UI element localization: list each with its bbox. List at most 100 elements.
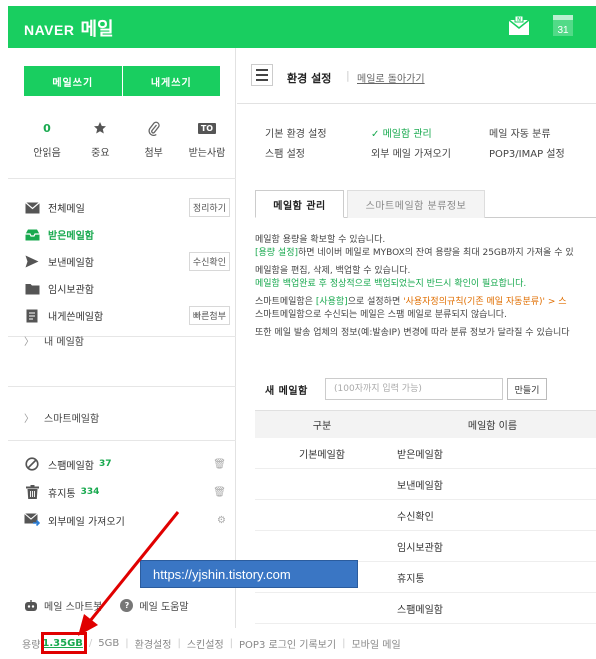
usage-total: 5GB bbox=[98, 637, 120, 649]
star-icon bbox=[94, 122, 107, 134]
folder-label: 임시보관함 bbox=[48, 285, 94, 296]
brand-mail: 메일 bbox=[80, 19, 114, 40]
quick-filters: 0 안읽음 중요 첨부 TO 받는사람 bbox=[24, 120, 230, 159]
paperclip-icon bbox=[148, 121, 160, 136]
folder-name-cell: 휴지통 bbox=[397, 573, 425, 585]
folder-name-cell: 보낸메일함 bbox=[397, 480, 443, 492]
my-folders-toggle[interactable]: 〉 내 메일함 bbox=[24, 333, 84, 348]
my-folders-label: 내 메일함 bbox=[44, 337, 84, 348]
nav-external-mail[interactable]: 외부 메일 가져오기 bbox=[371, 145, 489, 160]
nav-pop3-imap[interactable]: POP3/IMAP 설정 bbox=[489, 145, 565, 160]
sidebar-divider bbox=[8, 386, 236, 387]
desc-line: 스마트메일함으로 수신되는 메일은 스팸 메일로 분류되지 않습니다. bbox=[255, 309, 507, 320]
back-to-mail-link[interactable]: 메일로 돌아가기 bbox=[357, 70, 425, 85]
unread-count: 0 bbox=[43, 121, 51, 135]
description-block: 메일함 용량을 확보할 수 있습니다. [용량 설정]하면 네이버 메일로 MY… bbox=[255, 234, 596, 346]
settings-header: 환경 설정 | 메일로 돌아가기 bbox=[237, 48, 596, 104]
organize-button[interactable]: 정리하기 bbox=[188, 198, 230, 217]
system-folders: 스팸메일함 37 🗑 휴지통 334 🗑 외부메일 가져오기 ⚙ bbox=[24, 450, 230, 534]
footer-link-mobile[interactable]: 모바일 메일 bbox=[351, 636, 400, 651]
quick-attach[interactable]: 첨부 bbox=[131, 120, 177, 159]
sidebar-bottom-tools: 메일 스마트봇 ? 메일 도움말 bbox=[24, 598, 230, 613]
mail-help-label: 메일 도움말 bbox=[139, 602, 189, 613]
footer-link-settings[interactable]: 환경설정 bbox=[135, 636, 172, 651]
gear-icon[interactable]: ⚙ bbox=[217, 515, 226, 526]
svg-text:N: N bbox=[517, 17, 521, 23]
external-mail-icon bbox=[24, 513, 40, 527]
mail-help-button[interactable]: ? 메일 도움말 bbox=[120, 598, 189, 613]
column-header: 메일함 이름 bbox=[467, 421, 518, 432]
all-mail-icon bbox=[24, 201, 40, 215]
tab-smart-folder-info[interactable]: 스마트메일함 분류정보 bbox=[347, 190, 485, 218]
empty-spam-icon[interactable]: 🗑 bbox=[213, 459, 226, 470]
quick-attach-button[interactable]: 빠른첨부 bbox=[188, 306, 230, 325]
folder-self[interactable]: 내게쓴메일함 빠른첨부 bbox=[24, 302, 230, 329]
group-cell: 기본메일함 bbox=[299, 449, 345, 461]
top-header: NAVER 메일 N 31 bbox=[8, 6, 596, 48]
trash-count: 334 bbox=[80, 487, 100, 497]
quick-unread-label: 안읽음 bbox=[33, 148, 61, 159]
self-compose-button[interactable]: 내게쓰기 bbox=[121, 66, 220, 96]
use-smart-link[interactable]: [사용함] bbox=[316, 297, 348, 307]
smart-bot-button[interactable]: 메일 스마트봇 bbox=[24, 598, 102, 613]
quick-recipient[interactable]: TO 받는사람 bbox=[184, 120, 230, 159]
chevron-right-icon: 〉 bbox=[24, 414, 34, 425]
folder-name-cell: 수신확인 bbox=[397, 511, 434, 523]
desc-line: 또한 메일 발송 업체의 정보(예:발송IP) 변경에 따라 분류 정보가 달라… bbox=[255, 328, 570, 338]
mail-app-icon[interactable]: N bbox=[507, 14, 531, 38]
usage-label: 용량 bbox=[22, 639, 41, 651]
storage-setting-link[interactable]: [용량 설정] bbox=[255, 248, 298, 258]
folder-all-mail[interactable]: 전체메일 정리하기 bbox=[24, 194, 230, 221]
menu-icon[interactable] bbox=[251, 64, 273, 86]
table-row: 보낸메일함 bbox=[255, 469, 596, 500]
smart-folders-label: 스마트메일함 bbox=[44, 414, 100, 425]
empty-trash-icon[interactable]: 🗑 bbox=[213, 487, 226, 498]
folder-table: 구분 메일함 이름 기본메일함 받은메일함 보낸메일함 수신확인 임시보관함 휴… bbox=[255, 410, 596, 624]
check-icon: ✓ bbox=[371, 128, 380, 140]
page-title: 환경 설정 bbox=[287, 72, 332, 85]
folder-label: 전체메일 bbox=[48, 204, 85, 215]
nav-spam-settings[interactable]: 스팸 설정 bbox=[265, 145, 371, 160]
folder-inbox[interactable]: 받은메일함 bbox=[24, 221, 230, 248]
quick-important[interactable]: 중요 bbox=[77, 120, 123, 159]
folder-trash[interactable]: 휴지통 334 🗑 bbox=[24, 478, 230, 506]
folder-external[interactable]: 외부메일 가져오기 ⚙ bbox=[24, 506, 230, 534]
folder-name-cell: 스팸메일함 bbox=[397, 604, 443, 616]
folder-drafts[interactable]: 임시보관함 bbox=[24, 275, 230, 302]
folder-sent[interactable]: 보낸메일함 수신확인 bbox=[24, 248, 230, 275]
custom-rule-link[interactable]: '사용자정의규칙(기존 메일 자동분류)' bbox=[403, 297, 545, 307]
folder-label: 외부메일 가져오기 bbox=[48, 516, 125, 528]
nav-auto-classify[interactable]: 메일 자동 분류 bbox=[489, 125, 551, 140]
footer-link-skin[interactable]: 스킨설정 bbox=[187, 636, 224, 651]
trash-icon bbox=[24, 485, 40, 499]
naver-mail-logo[interactable]: NAVER 메일 bbox=[24, 15, 114, 41]
quick-unread[interactable]: 0 안읽음 bbox=[24, 120, 70, 160]
nav-label: 메일함 관리 bbox=[382, 128, 432, 140]
read-receipt-button[interactable]: 수신확인 bbox=[188, 252, 230, 271]
settings-tabs: 메일함 관리 스마트메일함 분류정보 bbox=[255, 190, 596, 218]
nav-basic-settings[interactable]: 기본 환경 설정 bbox=[265, 125, 371, 140]
usage-highlight-box bbox=[41, 632, 87, 654]
chevron-right-icon: 〉 bbox=[24, 337, 34, 348]
quick-attach-label: 첨부 bbox=[144, 148, 163, 159]
new-folder-input[interactable] bbox=[325, 378, 503, 400]
quick-important-label: 중요 bbox=[91, 148, 110, 159]
table-row: 스팸메일함 bbox=[255, 593, 596, 624]
smart-folders-toggle[interactable]: 〉 스마트메일함 bbox=[24, 410, 99, 425]
help-icon: ? bbox=[120, 599, 134, 612]
calendar-day: 31 bbox=[557, 25, 569, 36]
compose-button[interactable]: 메일쓰기 bbox=[24, 66, 122, 96]
calendar-icon[interactable]: 31 bbox=[552, 12, 574, 38]
tab-folder-management[interactable]: 메일함 관리 bbox=[255, 190, 344, 218]
table-row: 임시보관함 bbox=[255, 531, 596, 562]
note-icon bbox=[24, 309, 40, 323]
folder-list: 전체메일 정리하기 받은메일함 보낸메일함 수신확인 임시보관함 내게쓴메일함 … bbox=[24, 194, 230, 329]
folder-label: 받은메일함 bbox=[48, 231, 94, 242]
settings-panel: 환경 설정 | 메일로 돌아가기 기본 환경 설정 ✓ 메일함 관리 메일 자동… bbox=[237, 48, 596, 630]
desc-line: > 스 bbox=[545, 297, 567, 307]
nav-folder-management[interactable]: ✓ 메일함 관리 bbox=[371, 125, 489, 140]
create-folder-button[interactable]: 만들기 bbox=[507, 378, 547, 400]
footer-link-pop3-log[interactable]: POP3 로그인 기록보기 bbox=[239, 636, 336, 651]
quick-recipient-label: 받는사람 bbox=[188, 148, 226, 159]
folder-spam[interactable]: 스팸메일함 37 🗑 bbox=[24, 450, 230, 478]
